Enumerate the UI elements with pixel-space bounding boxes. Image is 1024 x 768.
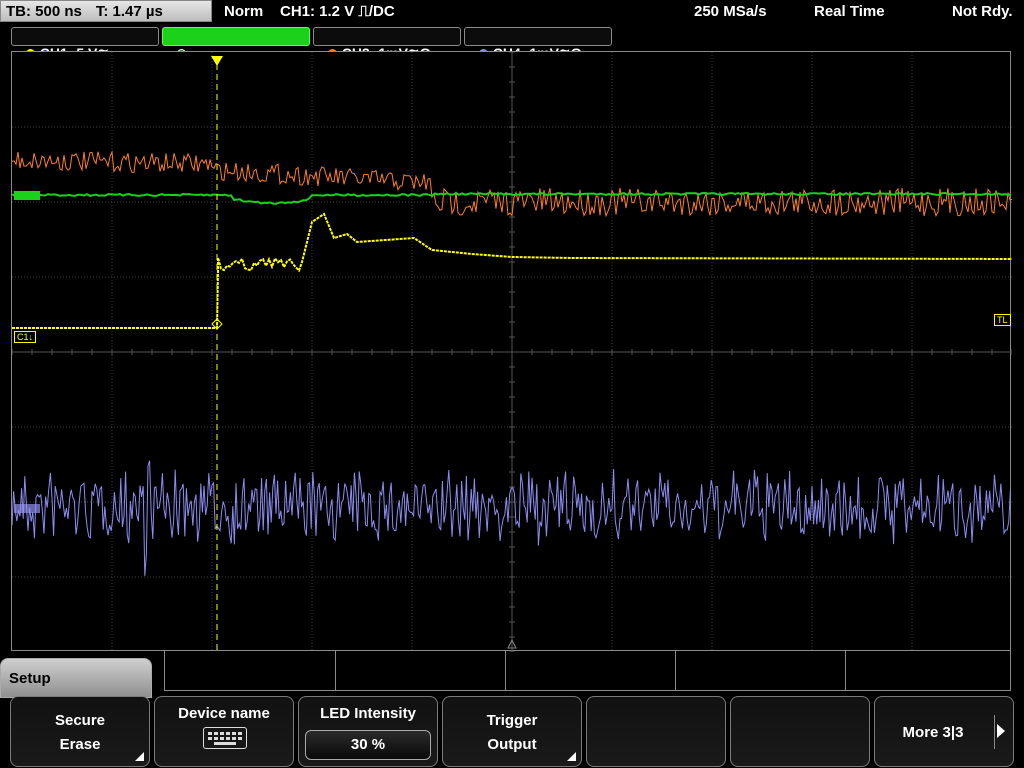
- softkey-empty-5[interactable]: [586, 696, 726, 767]
- status-bar: TB: 500 ns T: 1.47 µs Norm CH1: 1.2 V ⎍/D…: [0, 0, 1024, 24]
- zoom-strip: [164, 651, 1011, 691]
- trigger-mode[interactable]: Norm: [224, 0, 263, 24]
- trigger-output-button[interactable]: Trigger Output: [442, 696, 582, 767]
- softkey-label: Trigger: [486, 712, 538, 729]
- sample-rate: 250 MSa/s: [694, 3, 767, 20]
- submenu-corner-icon: [567, 752, 576, 761]
- trigger-position-icon: [211, 56, 223, 66]
- softkey-label: Output: [487, 736, 537, 753]
- trigger-setting[interactable]: CH1: 1.2 V ⎍/DC: [280, 0, 395, 24]
- secure-erase-button[interactable]: Secure Erase: [10, 696, 150, 767]
- menu-title: Setup: [0, 658, 152, 698]
- softkey-empty-6[interactable]: [730, 696, 870, 767]
- strip-cell: [335, 651, 506, 690]
- strip-cell: [675, 651, 846, 690]
- ch4-ground-marker[interactable]: [14, 504, 40, 513]
- strip-cell: [505, 651, 676, 690]
- more-button[interactable]: More 3|3: [874, 696, 1014, 767]
- softkey-label: Erase: [59, 736, 101, 753]
- tab-ch1[interactable]: CH1: 5 V≅: [11, 27, 159, 61]
- timebase-box[interactable]: TB: 500 ns T: 1.47 µs: [0, 0, 212, 22]
- divider: [994, 715, 995, 749]
- led-intensity-value[interactable]: 30 %: [305, 730, 431, 760]
- ch1-ground-marker[interactable]: C1↓: [14, 331, 37, 343]
- softkey-label: Secure: [54, 712, 106, 729]
- arrow-right-icon: [997, 724, 1005, 738]
- strip-cell: [165, 651, 336, 690]
- ch2-ground-marker[interactable]: [14, 191, 40, 200]
- acquisition-state: Not Rdy.: [952, 3, 1013, 20]
- timebase-readout: TB: 500 ns: [6, 3, 82, 20]
- keyboard-icon: [203, 727, 247, 749]
- softkey-label: Device name: [178, 705, 270, 722]
- acquisition-mode: Real Time: [814, 3, 885, 20]
- graticule: [12, 52, 1012, 652]
- trigger-level-marker[interactable]: TL: [994, 314, 1011, 326]
- waveform-canvas: [12, 52, 1012, 652]
- ch4-trace: [12, 460, 1011, 576]
- waveform-display[interactable]: C1↓ TL: [11, 51, 1012, 652]
- tab-ch3[interactable]: CH3: 1mV≅Ω: [313, 27, 461, 61]
- led-intensity-button[interactable]: LED Intensity 30 %: [298, 696, 438, 767]
- device-name-button[interactable]: Device name: [154, 696, 294, 767]
- submenu-corner-icon: [135, 752, 144, 761]
- tab-ch2[interactable]: CH2: 20 mV≅Ω: [162, 27, 310, 61]
- softkey-label: LED Intensity: [320, 705, 416, 722]
- softkey-label: More 3|3: [902, 724, 964, 741]
- tab-ch4[interactable]: CH4: 1mV≅Ω: [464, 27, 612, 61]
- trigger-time-readout: T: 1.47 µs: [95, 3, 163, 20]
